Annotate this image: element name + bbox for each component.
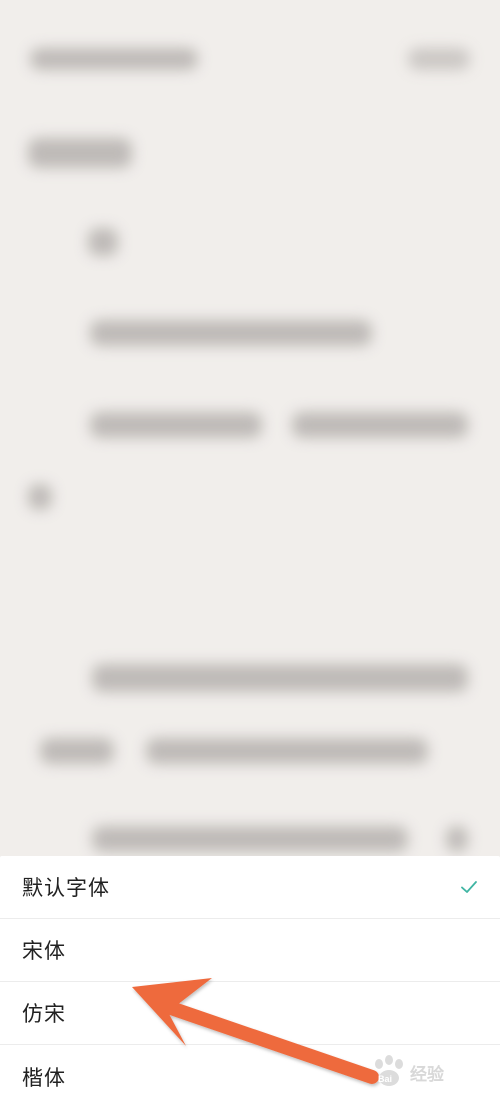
font-option-label: 仿宋: [22, 1002, 66, 1026]
font-selection-sheet: 默认字体 宋体 仿宋 楷体: [0, 856, 500, 1111]
blurred-text-line: [146, 738, 428, 764]
font-option-fangsong[interactable]: 仿宋: [0, 982, 500, 1045]
blurred-text-line: [292, 412, 468, 438]
font-option-label: 楷体: [22, 1065, 66, 1090]
blurred-text-line: [92, 664, 468, 692]
font-option-label: 宋体: [22, 939, 66, 963]
font-option-default[interactable]: 默认字体: [0, 856, 500, 919]
font-option-kaiti[interactable]: 楷体: [0, 1045, 500, 1108]
blurred-text-line: [446, 826, 468, 852]
blurred-reader-background: [0, 0, 500, 860]
blurred-header-action: [408, 48, 470, 70]
font-option-label: 默认字体: [22, 876, 110, 900]
blurred-text-line: [92, 826, 408, 852]
blurred-text-line: [40, 738, 114, 764]
checkmark-icon: [461, 881, 477, 893]
blurred-chapter-title: [28, 138, 132, 168]
font-option-songti[interactable]: 宋体: [0, 919, 500, 982]
blurred-text-line: [88, 228, 118, 256]
blurred-text-line: [90, 320, 372, 346]
blurred-text-line: [28, 484, 52, 510]
blurred-header-title: [30, 48, 198, 70]
blurred-text-line: [90, 412, 262, 438]
